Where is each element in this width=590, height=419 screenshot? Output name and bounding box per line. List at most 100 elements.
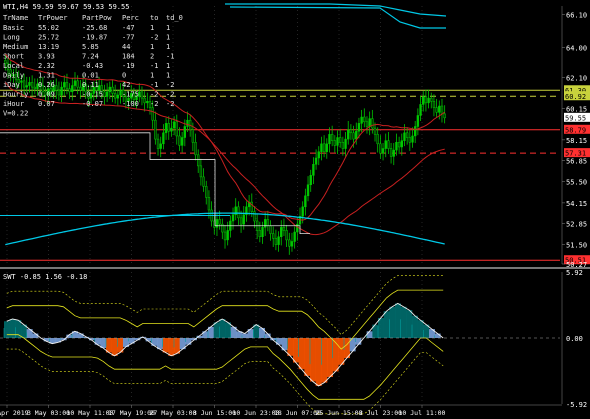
table-cell: -2 [150, 91, 158, 99]
oscillator-histogram-bar [417, 320, 424, 338]
candle-body [111, 86, 114, 94]
time-axis-tick-label: 10 May 11:00 [67, 409, 114, 417]
candle-body [280, 227, 283, 238]
candle-body [363, 116, 366, 123]
candle-body [322, 143, 326, 152]
table-cell: 25.72 [38, 34, 59, 42]
oscillator-histogram-bar [242, 333, 248, 338]
candle-body [293, 231, 296, 242]
table-column-header: TrPower [38, 14, 68, 22]
oscillator-histogram-bar [310, 338, 316, 382]
table-cell: -2 [166, 91, 174, 99]
table-cell: -25.68 [82, 24, 107, 32]
table-cell: 0.09 [38, 91, 55, 99]
candle-body [395, 141, 398, 151]
candle-body [288, 239, 291, 247]
oscillator-histogram-bar [321, 338, 328, 383]
candle-body [242, 214, 245, 225]
candle-body [143, 97, 146, 104]
oscillator-histogram-bar [15, 320, 22, 338]
table-cell: -1 [166, 53, 174, 61]
oscillator-histogram-bar [287, 338, 294, 356]
candle-body [261, 227, 264, 238]
table-cell: -1 [150, 62, 158, 70]
panel-separator[interactable] [0, 267, 590, 269]
candle-body [113, 93, 117, 99]
candle-body [20, 80, 23, 83]
candle-body [389, 148, 393, 157]
time-axis-tick-label: 3 May 03:00 [27, 409, 70, 417]
price-axis-tick-label: 54.15 [566, 200, 587, 208]
table-cell: -19 [122, 62, 135, 70]
table-cell: -175 [122, 91, 139, 99]
oscillator-histogram-bar [378, 317, 384, 338]
candle-body [33, 86, 36, 89]
candle-body [140, 91, 144, 99]
candle-body [282, 227, 286, 231]
table-cell: 42 [122, 81, 130, 89]
table-column-header: TrName [3, 14, 28, 22]
candle-body [290, 241, 294, 247]
candle-body [314, 157, 318, 165]
oscillator-histogram-bar [298, 338, 305, 370]
table-cell: -2 [150, 34, 158, 42]
table-cell: 44 [122, 43, 130, 51]
candle-body [68, 88, 71, 93]
table-cell: -2 [150, 100, 158, 108]
candle-body [258, 230, 262, 238]
candle-body [419, 104, 422, 116]
table-cell: Medium [3, 43, 28, 51]
candle-body [304, 195, 307, 208]
candle-body [336, 137, 339, 146]
table-cell: 1 [166, 24, 170, 32]
candle-body [408, 137, 412, 143]
price-axis-tick-label: 62.10 [566, 75, 587, 83]
table-cell: 184 [122, 53, 135, 61]
candle-body [403, 132, 406, 141]
oscillator-histogram-bar [106, 338, 112, 353]
table-footer: V=0.22 [3, 110, 28, 118]
time-axis-tick-label: 25 Jun 15:00 [316, 409, 363, 417]
candle-body [392, 149, 395, 157]
candle-body [250, 201, 253, 212]
candle-body [435, 107, 438, 113]
candle-body [226, 230, 229, 241]
table-cell: 5.85 [82, 43, 99, 51]
table-cell: -2 [166, 81, 174, 89]
candle-body [156, 138, 160, 149]
table-cell: 1 [166, 43, 170, 51]
table-cell: -2 [166, 100, 174, 108]
table-cell: 0 [122, 72, 126, 80]
oscillator-histogram-bar [9, 319, 16, 338]
table-cell: 2.32 [38, 62, 55, 70]
candle-body [172, 121, 176, 129]
oscillator-histogram-bar [162, 338, 169, 353]
table-cell: 13.19 [38, 43, 59, 51]
candle-body [347, 129, 350, 140]
oscillator-axis-tick-label: -5.92 [566, 401, 587, 409]
candle-body [116, 94, 120, 99]
candle-body [438, 105, 441, 113]
table-cell: Hourly [3, 91, 28, 99]
table-cell: -0.15 [82, 91, 103, 99]
oscillator-histogram-bar [219, 319, 226, 338]
candle-body [183, 126, 187, 138]
candle-body [338, 137, 342, 143]
candle-body [25, 85, 28, 88]
table-cell: 2 [150, 53, 154, 61]
oscillator-histogram-bar [213, 322, 220, 338]
table-cell: iHour [3, 100, 24, 108]
oscillator-histogram-bar [185, 338, 192, 345]
price-tag-label: 58.79 [565, 126, 586, 134]
time-axis-tick-label: 2 Jul 23:00 [359, 409, 402, 417]
oscillator-histogram-bar [304, 338, 311, 376]
candle-body [30, 82, 34, 88]
table-column-header: to [150, 14, 158, 22]
candle-body [269, 225, 272, 234]
candle-body [344, 138, 347, 149]
candle-body [355, 130, 358, 140]
candle-body [223, 231, 227, 241]
table-cell: 3.93 [38, 53, 55, 61]
oscillator-histogram-bar [412, 315, 418, 338]
candle-body [330, 134, 334, 141]
